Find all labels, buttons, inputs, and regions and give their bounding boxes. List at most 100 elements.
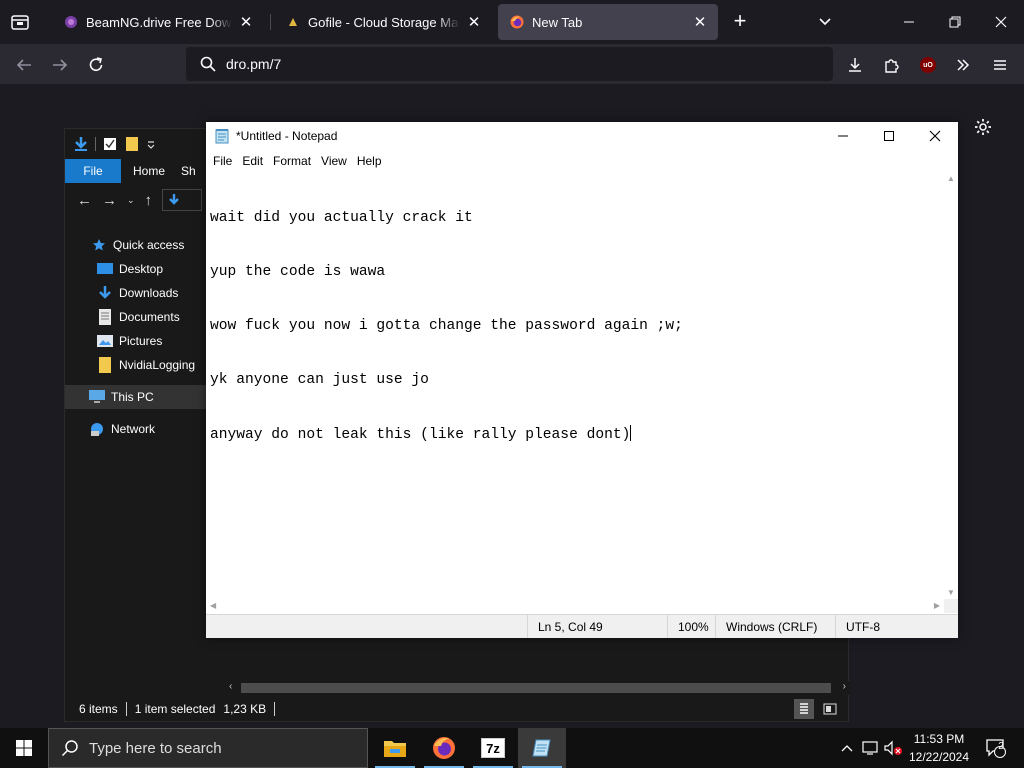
forward-arrow-icon[interactable]: → [102,192,117,209]
explorer-horizontal-scrollbar[interactable]: ‹ › [225,681,850,695]
notepad-maximize-icon[interactable] [866,122,912,150]
back-arrow-icon[interactable] [11,52,37,78]
notepad-text-area[interactable]: wait did you actually crack it yup the c… [206,172,944,599]
scroll-left-arrow-icon[interactable]: ◀ [210,601,216,610]
notepad-vertical-scrollbar[interactable]: ▲ ▼ [944,172,958,599]
app-menu-hamburger-icon[interactable] [987,52,1013,78]
large-icons-view-icon[interactable] [820,699,840,719]
back-arrow-icon[interactable]: ← [77,192,92,209]
tab-new-tab[interactable]: New Tab ✕ [498,4,718,40]
list-all-tabs-chevron-icon[interactable] [815,12,835,32]
nav-item-label: This PC [111,390,154,404]
new-folder-icon[interactable] [124,136,140,152]
document-icon [97,309,113,325]
nav-item-downloads[interactable]: Downloads [65,281,207,305]
download-arrow-icon [169,194,179,205]
nav-item-desktop[interactable]: Desktop [65,257,207,281]
notepad-close-icon[interactable] [912,122,958,150]
customize-dropdown-icon[interactable] [146,136,156,152]
taskbar-app-file-explorer[interactable] [371,728,419,768]
browser-close-icon[interactable] [986,8,1016,36]
recent-locations-chevron-icon[interactable]: ⌄ [127,195,135,206]
url-text[interactable]: dro.pm/7 [226,56,281,72]
tab-close-icon[interactable]: ✕ [238,14,254,31]
nav-item-documents[interactable]: Documents [65,305,207,329]
system-clock[interactable]: 11:53 PM 12/22/2024 [900,730,978,766]
details-view-icon[interactable] [794,699,814,719]
address-bar[interactable]: dro.pm/7 [186,47,833,81]
downloads-icon[interactable] [842,52,868,78]
tab-close-icon[interactable]: ✕ [692,14,708,31]
ublock-origin-icon[interactable]: uO [915,52,941,78]
nav-item-this-pc[interactable]: This PC [65,385,207,409]
download-arrow-icon[interactable] [73,136,89,152]
search-icon [61,740,78,757]
menu-view[interactable]: View [316,150,352,172]
taskbar-search-box[interactable]: Type here to search [48,728,368,768]
menu-format[interactable]: Format [268,150,316,172]
text-line: yup the code is wawa [210,264,386,280]
properties-check-icon[interactable] [102,136,118,152]
nav-item-pictures[interactable]: Pictures [65,329,207,353]
tab-title: BeamNG.drive Free Download ( [86,14,232,30]
notification-center-icon[interactable]: 2 [982,728,1010,768]
taskbar-app-7zip[interactable]: 7z [469,728,517,768]
tab-beamng[interactable]: BeamNG.drive Free Download ( ✕ [52,4,264,40]
desktop-icon [97,261,113,277]
browser-navigation-toolbar: dro.pm/7 uO [0,44,1024,84]
firefox-view-icon[interactable] [8,9,32,35]
show-hidden-icons-chevron-icon[interactable] [838,728,856,768]
notepad-minimize-icon[interactable] [820,122,866,150]
ribbon-tab-file[interactable]: File [65,159,121,183]
download-arrow-icon [97,285,113,301]
taskbar-app-firefox[interactable] [420,728,468,768]
scroll-down-arrow-icon[interactable]: ▼ [947,588,955,597]
tab-gofile[interactable]: Gofile - Cloud Storage Made Si ✕ [274,4,492,40]
status-divider [274,702,276,716]
pictures-icon [97,333,113,349]
window-title: *Untitled - Notepad [236,129,338,143]
ribbon-tab-share[interactable]: Sh [177,159,207,183]
nav-item-label: Documents [119,310,180,324]
notepad-horizontal-scrollbar[interactable]: ◀ ▶ [206,599,944,613]
view-mode-buttons [794,699,840,719]
scroll-right-arrow-icon[interactable]: ▶ [934,601,940,610]
scrollbar-corner [944,599,958,613]
nav-item-nvidialogging[interactable]: NvidiaLogging [65,353,207,377]
menu-help[interactable]: Help [352,150,387,172]
nav-item-network[interactable]: Network [65,417,207,441]
menu-edit[interactable]: Edit [237,150,268,172]
notepad-title-bar[interactable]: *Untitled - Notepad [206,122,958,150]
explorer-address-bar[interactable] [162,189,203,211]
windows-start-icon[interactable] [0,728,48,768]
new-tab-settings-gear-icon[interactable] [973,117,993,137]
scroll-right-arrow-icon[interactable]: › [843,681,846,692]
new-tab-plus-icon[interactable]: + [728,10,752,34]
notification-count: 2 [998,741,1004,752]
browser-minimize-icon[interactable] [894,8,924,36]
menu-file[interactable]: File [208,150,237,172]
scroll-left-arrow-icon[interactable]: ‹ [229,681,232,692]
notepad-menu-bar: File Edit Format View Help [206,150,958,172]
computer-icon [89,389,105,405]
reload-icon[interactable] [83,52,109,78]
extensions-puzzle-icon[interactable] [879,52,905,78]
nav-item-quick-access[interactable]: Quick access [65,233,207,257]
search-icon [200,56,216,72]
network-status-icon[interactable] [860,728,882,768]
notepad-window[interactable]: *Untitled - Notepad File Edit Format Vie… [206,122,958,638]
file-explorer-icon [384,741,406,757]
scrollbar-thumb[interactable] [241,683,831,693]
taskbar-app-notepad[interactable] [518,728,566,768]
up-arrow-icon[interactable]: ↑ [145,192,153,209]
forward-arrow-icon[interactable] [47,52,73,78]
explorer-navigation: ← → ⌄ ↑ [65,185,207,215]
ribbon-tab-home[interactable]: Home [121,159,177,183]
tab-close-icon[interactable]: ✕ [466,14,482,31]
more-tools-chevron-icon[interactable] [950,52,976,78]
scroll-up-arrow-icon[interactable]: ▲ [947,174,955,183]
browser-restore-icon[interactable] [940,8,970,36]
explorer-status-bar: 6 items 1 item selected 1,23 KB [65,695,850,723]
notepad-icon [215,129,229,144]
